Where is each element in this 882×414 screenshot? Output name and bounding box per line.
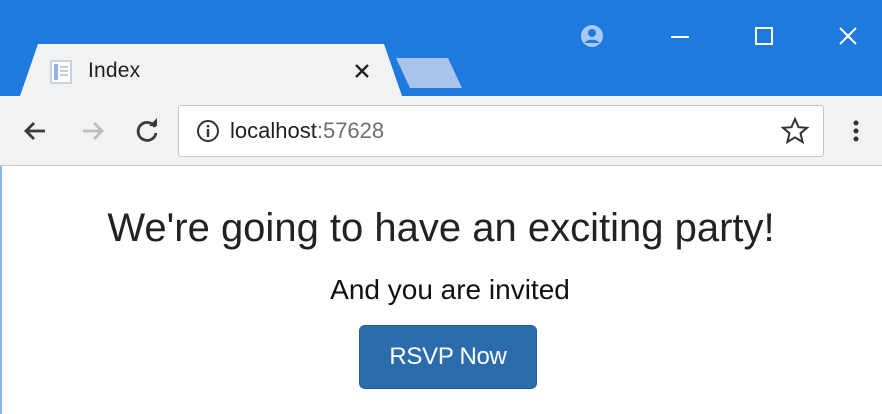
url-host: localhost <box>230 118 317 143</box>
minimize-icon[interactable] <box>660 16 700 56</box>
tab-close-icon[interactable] <box>348 56 376 86</box>
address-text[interactable]: localhost:57628 <box>230 118 384 144</box>
rsvp-now-button[interactable]: RSVP Now <box>359 325 537 389</box>
star-icon[interactable] <box>780 116 810 146</box>
maximize-icon[interactable] <box>744 16 784 56</box>
close-window-icon[interactable] <box>828 16 868 56</box>
page-content: We're going to have an exciting party! A… <box>0 166 882 414</box>
info-icon[interactable] <box>196 119 220 143</box>
url-port: :57628 <box>316 118 385 143</box>
profile-icon[interactable] <box>572 16 612 56</box>
tab-title: Index <box>88 59 141 82</box>
kebab-menu-icon[interactable] <box>846 116 866 146</box>
tab-index[interactable] <box>20 44 402 96</box>
forward-arrow-icon[interactable] <box>76 114 110 148</box>
page-heading: We're going to have an exciting party! <box>107 206 775 250</box>
back-arrow-icon[interactable] <box>18 114 52 148</box>
page-icon <box>50 60 72 84</box>
reload-icon[interactable] <box>130 114 164 148</box>
page-subheading: And you are invited <box>330 274 570 305</box>
